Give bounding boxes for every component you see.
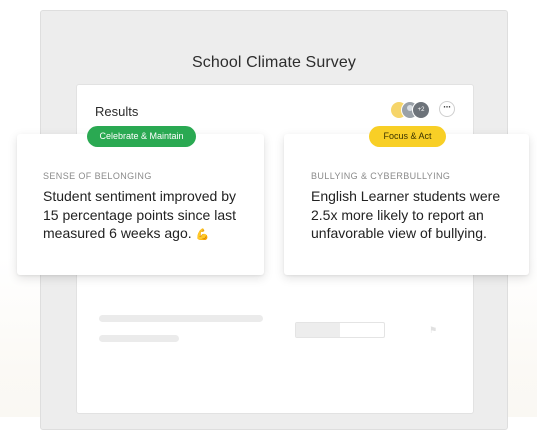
celebrate-badge: Celebrate & Maintain	[87, 126, 196, 147]
insight-card-belonging[interactable]: SENSE OF BELONGING Student sentiment imp…	[17, 134, 264, 275]
placeholder-bar	[295, 322, 385, 338]
insight-card-bullying[interactable]: BULLYING & CYBERBULLYING English Learner…	[284, 134, 529, 275]
flexed-bicep-icon: 💪	[195, 229, 210, 241]
card-category: BULLYING & CYBERBULLYING	[311, 171, 451, 181]
card-category: SENSE OF BELONGING	[43, 171, 152, 181]
flag-icon: ⚑	[429, 325, 438, 335]
focus-badge: Focus & Act	[369, 126, 446, 147]
avatar-group[interactable]: +2	[390, 101, 434, 119]
placeholder-line	[99, 335, 179, 342]
card-insight-text: Student sentiment improved by 15 percent…	[43, 187, 253, 245]
placeholder-bar-fill	[296, 323, 340, 337]
card-insight-text: English Learner students were 2.5x more …	[311, 188, 501, 241]
placeholder-line	[99, 315, 263, 322]
results-title: Results	[95, 104, 139, 119]
more-options-button[interactable]: ···	[439, 101, 455, 117]
ellipsis-icon: ···	[443, 102, 451, 112]
survey-title: School Climate Survey	[192, 54, 356, 71]
avatar-overflow-count: +2	[412, 101, 430, 119]
